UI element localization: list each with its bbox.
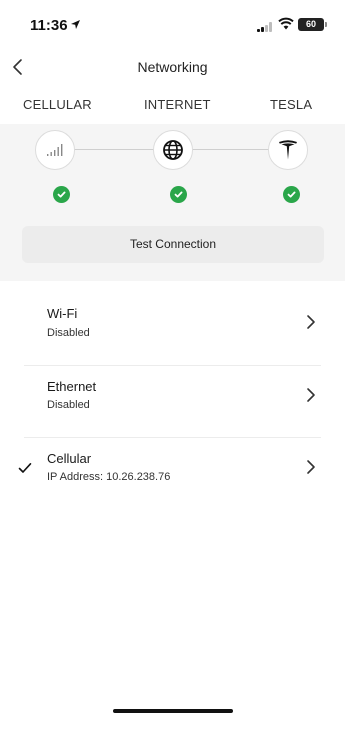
connection-line (193, 149, 273, 150)
wifi-icon (278, 17, 294, 30)
tesla-logo-icon (279, 140, 297, 160)
globe-icon (163, 140, 183, 160)
chevron-right-icon (307, 460, 315, 474)
battery-icon: 60 (298, 18, 324, 31)
network-row-cellular[interactable]: Cellular IP Address: 10.26.238.76 (0, 438, 345, 512)
connection-line (74, 149, 154, 150)
cellular-bars-icon (47, 144, 63, 156)
selected-checkmark-icon (18, 463, 32, 473)
network-row-wifi[interactable]: Wi-Fi Disabled (0, 292, 345, 366)
internet-node (153, 130, 193, 170)
battery-tip (325, 22, 327, 27)
network-detail: Disabled (47, 327, 90, 339)
cellular-node-label: CELLULAR (23, 97, 92, 112)
network-detail: IP Address: 10.26.238.76 (47, 471, 171, 483)
chevron-right-icon (307, 315, 315, 329)
cellular-node (35, 130, 75, 170)
chevron-right-icon (307, 388, 315, 402)
home-indicator[interactable] (113, 709, 233, 713)
status-bar: 11:36 60 (0, 0, 345, 44)
internet-status-check-icon (170, 186, 187, 203)
signal-strength-icon (257, 22, 273, 32)
tesla-node-label: TESLA (270, 97, 313, 112)
network-row-ethernet[interactable]: Ethernet Disabled (0, 366, 345, 440)
location-arrow-icon (71, 20, 80, 29)
network-name: Wi-Fi (47, 306, 78, 321)
network-name: Ethernet (47, 379, 97, 394)
tesla-node (268, 130, 308, 170)
test-connection-button[interactable]: Test Connection (22, 226, 324, 263)
status-time: 11:36 (30, 17, 68, 34)
internet-node-label: INTERNET (144, 97, 211, 112)
page-title: Networking (137, 59, 208, 75)
network-name: Cellular (47, 451, 92, 466)
network-detail: Disabled (47, 399, 90, 411)
cellular-status-check-icon (53, 186, 70, 203)
tesla-status-check-icon (283, 186, 300, 203)
